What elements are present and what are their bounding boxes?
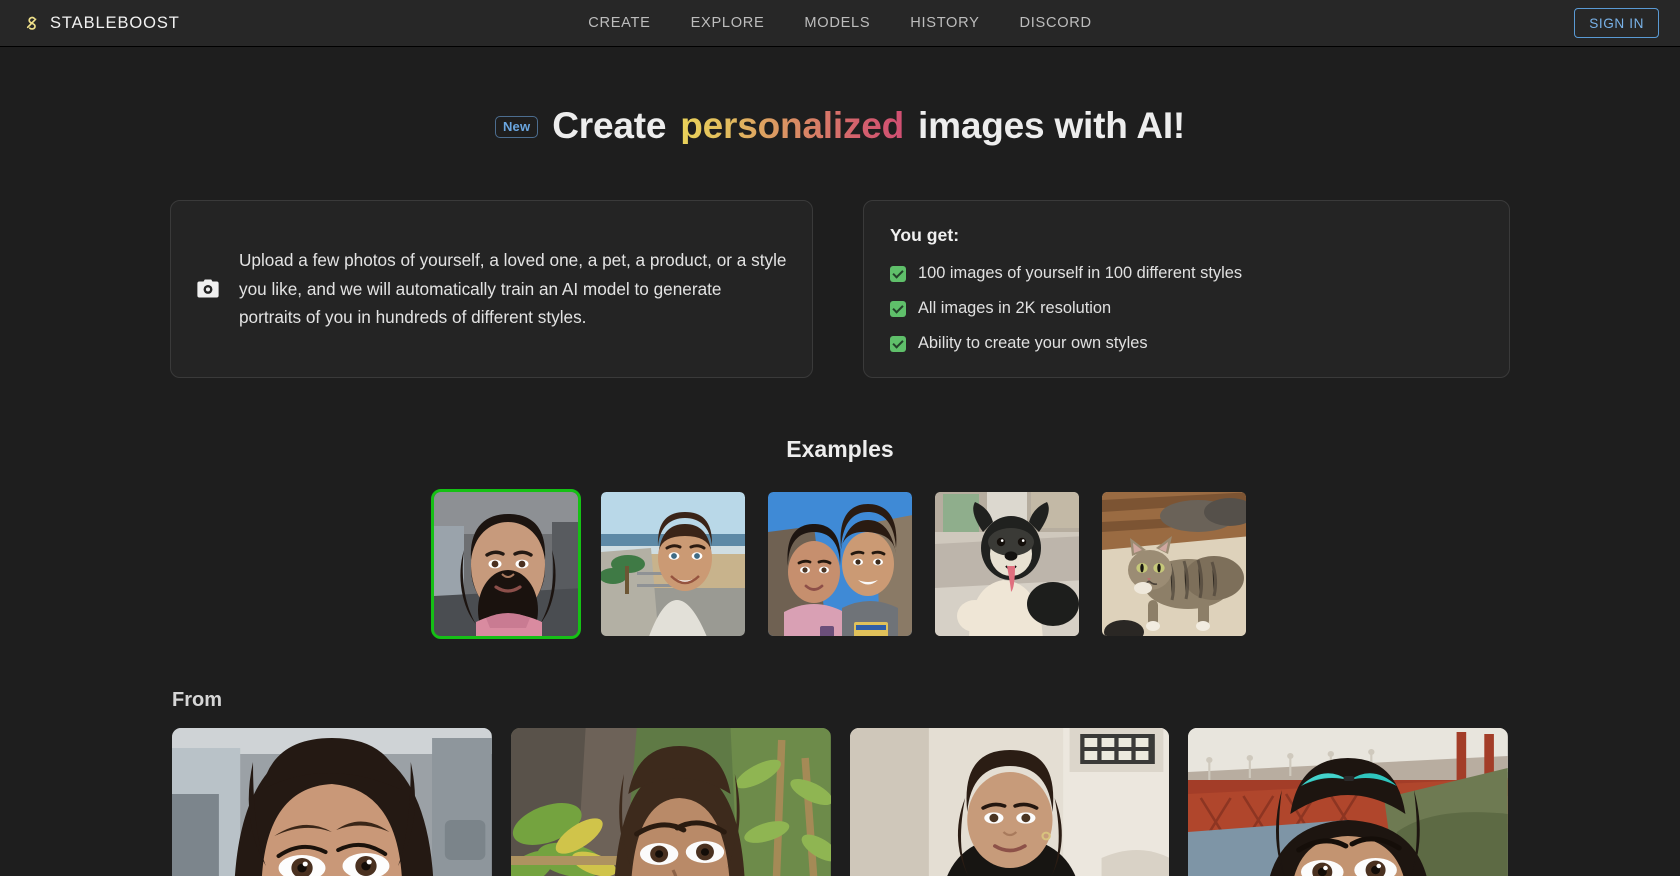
example-thumbnail-man-at-beach[interactable] <box>598 489 748 639</box>
page-title: New Create personalized images with AI! <box>495 107 1185 144</box>
new-badge: New <box>495 116 538 138</box>
example-thumbnail-tabby-cat-on-floor[interactable] <box>1099 489 1249 639</box>
info-cards-row: Upload a few photos of yourself, a loved… <box>0 200 1680 378</box>
nav-discord[interactable]: DISCORD <box>1000 7 1112 39</box>
example-thumbnail-black-and-white-dog[interactable] <box>932 489 1082 639</box>
example-thumbnail-woman-selfie-in-car[interactable] <box>431 489 581 639</box>
headline-highlight: personalized <box>680 107 904 144</box>
nav-models[interactable]: MODELS <box>784 7 890 39</box>
nav-explore[interactable]: EXPLORE <box>671 7 785 39</box>
from-heading: From <box>0 689 1680 712</box>
check-icon <box>890 266 906 282</box>
examples-heading: Examples <box>0 436 1680 463</box>
check-icon <box>890 336 906 352</box>
top-navigation-bar: STABLEBOOST CREATE EXPLORE MODELS HISTOR… <box>0 0 1680 47</box>
thumbnail-image <box>935 492 1079 636</box>
hero-section: New Create personalized images with AI! <box>0 47 1680 144</box>
brand-name: STABLEBOOST <box>50 14 180 33</box>
benefit-label: All images in 2K resolution <box>918 299 1111 318</box>
from-image-woman-in-jungle[interactable] <box>511 728 831 876</box>
stableboost-logo-icon <box>22 14 41 33</box>
main-nav: CREATE EXPLORE MODELS HISTORY DISCORD <box>568 7 1111 39</box>
from-image-woman-at-golden-gate-bridge[interactable] <box>1188 728 1508 876</box>
example-thumbnail-couple-selfie[interactable] <box>765 489 915 639</box>
benefit-item: 100 images of yourself in 100 different … <box>890 264 1242 283</box>
benefit-label: Ability to create your own styles <box>918 334 1148 353</box>
upload-info-card: Upload a few photos of yourself, a loved… <box>170 200 813 378</box>
from-image-woman-indoors-black-top[interactable] <box>850 728 1170 876</box>
benefits-card: You get: 100 images of yourself in 100 d… <box>863 200 1510 378</box>
sign-in-button[interactable]: SIGN IN <box>1574 8 1659 38</box>
camera-icon <box>195 276 221 302</box>
benefit-label: 100 images of yourself in 100 different … <box>918 264 1242 283</box>
brand-logo[interactable]: STABLEBOOST <box>22 14 180 33</box>
nav-create[interactable]: CREATE <box>568 7 670 39</box>
thumbnail-image <box>1102 492 1246 636</box>
from-image-row <box>0 728 1680 876</box>
upload-info-text: Upload a few photos of yourself, a loved… <box>239 246 788 332</box>
thumbnail-image <box>768 492 912 636</box>
from-image-closeup-woman-in-car[interactable] <box>172 728 492 876</box>
benefit-item: All images in 2K resolution <box>890 299 1111 318</box>
thumbnail-image <box>434 492 578 636</box>
check-icon <box>890 301 906 317</box>
examples-thumbnail-row <box>0 489 1680 639</box>
headline-part-1: Create <box>552 107 666 144</box>
nav-history[interactable]: HISTORY <box>890 7 999 39</box>
headline-part-2: images with AI! <box>918 107 1185 144</box>
benefit-item: Ability to create your own styles <box>890 334 1148 353</box>
benefits-title: You get: <box>890 225 959 246</box>
thumbnail-image <box>601 492 745 636</box>
